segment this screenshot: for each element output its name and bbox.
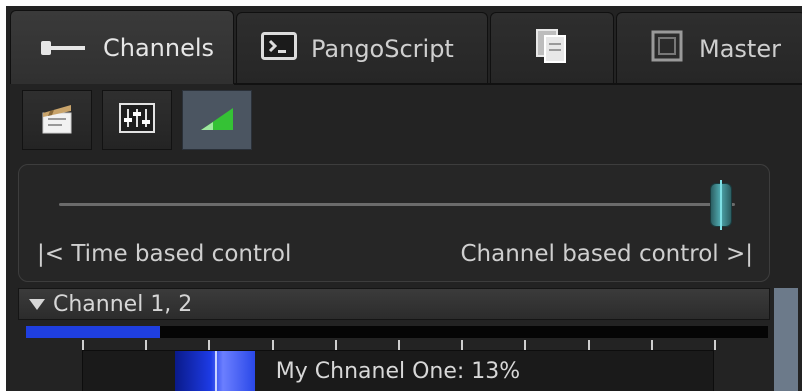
channels-panel: Channels PangoScript Master |< Time base… [6, 6, 802, 391]
tab-pangoscript-label: PangoScript [311, 34, 454, 63]
clapperboard-button[interactable] [22, 90, 92, 150]
fader-scale-tick [398, 340, 400, 350]
channel-fader-label: My Chnanel One: 13% [275, 359, 521, 384]
tab-strip-divider [234, 83, 802, 85]
tab-channels[interactable]: Channels [10, 10, 234, 84]
fader-scale-tick [145, 340, 148, 350]
tab-channels-label: Channels [103, 33, 215, 62]
control-mode-slider-thumb[interactable] [710, 180, 733, 230]
fader-scale-tick [524, 340, 527, 350]
channel-progress-bar [26, 326, 768, 338]
fader-scale-tick [650, 340, 653, 350]
channel-group-header[interactable]: Channel 1, 2 [18, 288, 770, 320]
clapperboard-icon [40, 101, 74, 139]
time-based-control-label: |< Time based control [37, 241, 292, 267]
fader-scale-tick [271, 340, 274, 350]
chevron-down-icon[interactable] [29, 298, 45, 310]
documents-icon [535, 28, 569, 70]
fader-scale-tick [461, 340, 464, 350]
tab-pangoscript[interactable]: PangoScript [236, 12, 488, 84]
ramp-icon [199, 104, 235, 136]
channel-fader[interactable]: My Chnanel One: 13% [82, 350, 714, 391]
sliders-button[interactable] [102, 90, 172, 150]
channel-progress-fill [26, 326, 160, 338]
sliders-icon [119, 103, 155, 137]
tab-documents[interactable] [490, 12, 614, 84]
tab-master-label: Master [699, 34, 781, 63]
fader-scale-tick [587, 340, 590, 350]
channels-icon [41, 34, 85, 62]
fader-scale-tick [714, 340, 716, 350]
fader-scale-tick [334, 340, 337, 350]
terminal-icon [261, 31, 297, 66]
ramp-button[interactable] [182, 90, 252, 150]
tab-master[interactable]: Master [616, 12, 802, 84]
fader-scale-tick [208, 340, 211, 350]
master-square-icon [651, 30, 683, 68]
channel-group-title: Channel 1, 2 [53, 291, 193, 317]
vertical-scrollbar[interactable] [774, 288, 798, 391]
channel-based-control-label: Channel based control >| [460, 241, 753, 267]
control-mode-slider-track[interactable] [59, 180, 735, 230]
control-mode-panel: |< Time based control Channel based cont… [18, 164, 770, 282]
fader-scale-tick [82, 340, 84, 350]
